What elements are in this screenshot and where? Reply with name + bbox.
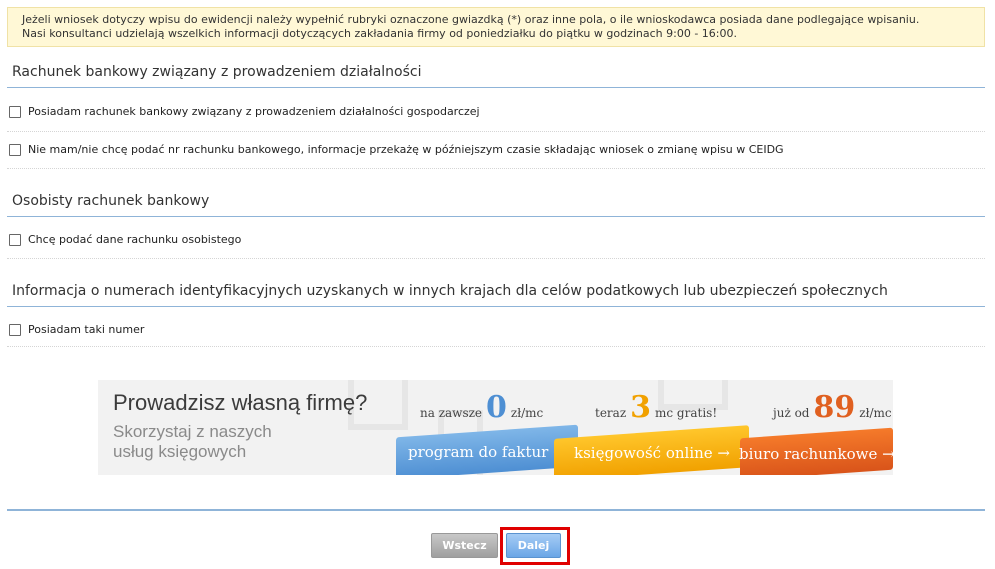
- offer-suffix: zł/mc: [510, 406, 544, 420]
- offer-big-number: 3: [630, 390, 652, 425]
- checkbox-row-no-bank-account[interactable]: Nie mam/nie chcę podać nr rachunku banko…: [9, 143, 784, 156]
- offer-suffix: mc gratis!: [655, 406, 718, 420]
- offer-big-number: 89: [813, 390, 856, 425]
- offer-button-label: program do faktur →: [408, 443, 566, 462]
- checkbox-label: Chcę podać dane rachunku osobistego: [28, 233, 242, 246]
- offer-suffix: zł/mc: [859, 406, 892, 420]
- offer-button-label: biuro rachunkowe →: [738, 444, 893, 463]
- offer-price-office: już od 89 zł/mc: [773, 390, 892, 425]
- banner-subline: Skorzystaj z naszych usług księgowych: [113, 422, 272, 461]
- footer-divider: [7, 509, 985, 511]
- offer-prefix: teraz: [595, 406, 627, 420]
- notice-line-1: Jeżeli wniosek dotyczy wpisu do ewidencj…: [22, 13, 920, 26]
- section-title-foreign-ids: Informacja o numerach identyfikacyjnych …: [12, 283, 888, 299]
- row-divider: [7, 168, 985, 169]
- info-notice: Jeżeli wniosek dotyczy wpisu do ewidencj…: [7, 7, 985, 47]
- row-divider: [7, 346, 985, 347]
- back-button[interactable]: Wstecz: [431, 533, 498, 558]
- notice-line-2: Nasi konsultanci udzielają wszelkich inf…: [22, 27, 737, 40]
- section-divider: [7, 216, 985, 217]
- checkbox-row-has-bank-account[interactable]: Posiadam rachunek bankowy związany z pro…: [9, 105, 480, 118]
- foreign-number-checkbox[interactable]: [9, 323, 21, 336]
- no-bank-account-checkbox[interactable]: [9, 143, 21, 156]
- banner-headline: Prowadzisz własną firmę?: [113, 390, 368, 415]
- section-title-personal: Osobisty rachunek bankowy: [12, 193, 210, 209]
- section-divider: [7, 306, 985, 307]
- checkbox-label: Posiadam taki numer: [28, 323, 145, 336]
- row-divider: [7, 131, 985, 132]
- accounting-services-banner[interactable]: Prowadzisz własną firmę? Skorzystaj z na…: [98, 380, 893, 475]
- checkbox-label: Nie mam/nie chcę podać nr rachunku banko…: [28, 143, 784, 156]
- section-divider: [7, 87, 985, 88]
- offer-price-free: na zawsze 0 zł/mc: [420, 390, 543, 425]
- checkbox-row-personal-account[interactable]: Chcę podać dane rachunku osobistego: [9, 233, 241, 246]
- checkbox-row-foreign-number[interactable]: Posiadam taki numer: [9, 323, 144, 336]
- offer-button-label: księgowość online →: [573, 444, 730, 462]
- offer-prefix: już od: [773, 406, 810, 420]
- checkbox-label: Posiadam rachunek bankowy związany z pro…: [28, 105, 480, 118]
- offer-prefix: na zawsze: [420, 406, 483, 420]
- online-accounting-button[interactable]: księgowość online →: [554, 425, 749, 475]
- accounting-office-button[interactable]: biuro rachunkowe →: [738, 427, 893, 475]
- row-divider: [7, 258, 985, 259]
- invoice-program-button[interactable]: program do faktur →: [396, 424, 578, 475]
- offer-big-number: 0: [486, 390, 507, 425]
- has-bank-account-checkbox[interactable]: [9, 105, 21, 118]
- next-button-highlight: [500, 527, 570, 565]
- section-title-bank: Rachunek bankowy związany z prowadzeniem…: [12, 64, 422, 80]
- personal-account-checkbox[interactable]: [9, 233, 21, 246]
- offer-price-trial: teraz 3 mc gratis!: [595, 390, 717, 425]
